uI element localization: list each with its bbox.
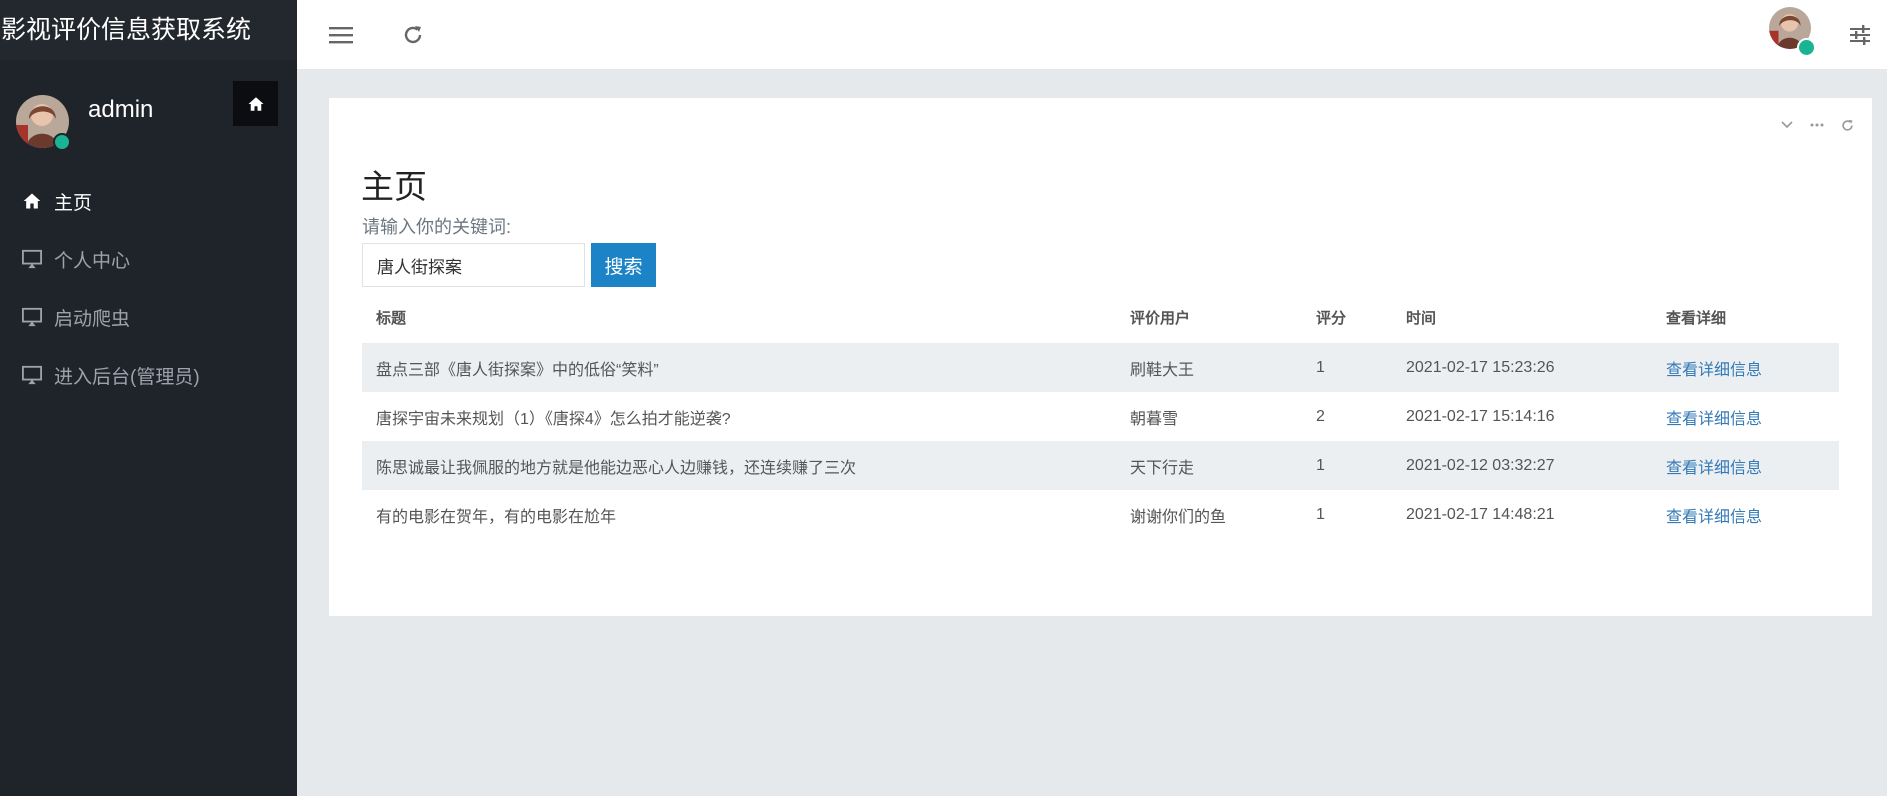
sidebar-nav: 主页 个人中心 启动爬虫 进入后台(管理员) [0,172,297,404]
sidebar-item-personal-center[interactable]: 个人中心 [0,230,297,288]
more-dots-icon [1810,123,1824,127]
table-row: 有的电影在贺年，有的电影在尬年 谢谢你们的鱼 1 2021-02-17 14:4… [362,490,1839,539]
cell-user: 谢谢你们的鱼 [1130,508,1227,526]
cell-time: 2021-02-17 15:23:26 [1392,343,1652,392]
refresh-icon [404,26,422,44]
chevron-down-icon [1781,121,1793,129]
sidebar-item-admin[interactable]: 进入后台(管理员) [0,346,297,404]
online-status-dot [53,133,71,151]
sliders-icon [1850,25,1870,45]
monitor-icon [20,305,44,329]
refresh-button[interactable] [396,18,430,52]
page-title: 主页 [361,168,427,205]
cell-score: 2 [1316,407,1325,425]
cell-detail: 查看详细信息 [1652,490,1839,539]
detail-link[interactable]: 查看详细信息 [1666,411,1762,428]
cell-time: 2021-02-17 15:14:16 [1406,407,1555,425]
cell-time: 2021-02-12 03:32:27 [1392,441,1652,490]
top-bar [297,0,1887,69]
cell-detail: 查看详细信息 [1652,343,1839,392]
table-row: 陈思诚最让我佩服的地方就是他能边恶心人边赚钱，还连续赚了三次 天下行走 1 20… [362,441,1839,490]
cell-detail: 查看详细信息 [1652,441,1839,490]
cell-user: 天下行走 [1116,441,1302,490]
cell-detail: 查看详细信息 [1652,392,1839,441]
table-row: 唐探宇宙未来规划（1）《唐探4》怎么拍才能逆袭? 朝暮雪 2 2021-02-1… [362,392,1839,441]
sidebar-item-label: 进入后台(管理员) [54,366,200,388]
cell-score: 1 [1302,343,1392,392]
table-row: 盘点三部《唐人街探案》中的低俗“笑料” 刷鞋大王 1 2021-02-17 15… [362,343,1839,392]
cell-user: 朝暮雪 [1130,410,1179,428]
column-header-detail: 查看详细 [1666,309,1727,327]
settings-button[interactable] [1843,18,1877,52]
search-input[interactable] [362,243,585,287]
more-button[interactable] [1808,116,1826,134]
refresh-icon [1841,119,1853,131]
app-title: 影视评价信息获取系统 [0,0,297,60]
monitor-icon [20,363,44,387]
sidebar: 影视评价信息获取系统 admin 主页 个人中心 启动爬虫 进入后台(管理员) [0,0,297,796]
content-card: 主页 请输入你的关键词: 搜索 标题 评价用户 评分 时间 查看详细 盘点三部《… [329,98,1872,616]
hamburger-icon [329,27,353,44]
cell-score: 1 [1316,505,1325,523]
cell-score: 1 [1302,441,1392,490]
monitor-icon [20,247,44,271]
sidebar-item-start-crawler[interactable]: 启动爬虫 [0,288,297,346]
search-button[interactable]: 搜索 [591,243,656,287]
detail-link[interactable]: 查看详细信息 [1666,509,1762,526]
home-icon [20,189,44,213]
table-header-row: 标题 评价用户 评分 时间 查看详细 [362,291,1839,343]
keyword-label: 请输入你的关键词: [362,217,512,237]
sidebar-item-label: 个人中心 [54,250,131,272]
cell-title: 唐探宇宙未来规划（1）《唐探4》怎么拍才能逆袭? [376,410,731,428]
column-header-score: 评分 [1316,309,1347,327]
home-icon [248,96,263,111]
username: admin [88,96,154,123]
column-header-user: 评价用户 [1130,309,1191,327]
cell-title: 有的电影在贺年，有的电影在尬年 [376,508,617,526]
column-header-title: 标题 [376,309,407,327]
cell-time: 2021-02-17 14:48:21 [1406,505,1555,523]
online-status-dot [1797,38,1816,57]
card-tools [1778,116,1856,134]
sidebar-item-home[interactable]: 主页 [0,172,297,230]
menu-toggle-button[interactable] [324,18,358,52]
home-button[interactable] [233,81,278,126]
cell-title: 盘点三部《唐人街探案》中的低俗“笑料” [362,343,1116,392]
column-header-time: 时间 [1406,309,1437,327]
cell-title: 陈思诚最让我佩服的地方就是他能边恶心人边赚钱，还连续赚了三次 [362,441,1116,490]
detail-link[interactable]: 查看详细信息 [1666,460,1762,477]
results-table: 标题 评价用户 评分 时间 查看详细 盘点三部《唐人街探案》中的低俗“笑料” 刷… [362,291,1839,539]
sidebar-item-label: 启动爬虫 [54,308,131,330]
detail-link[interactable]: 查看详细信息 [1666,362,1762,379]
cell-user: 刷鞋大王 [1116,343,1302,392]
collapse-button[interactable] [1778,116,1796,134]
sidebar-item-label: 主页 [54,192,93,214]
card-refresh-button[interactable] [1838,116,1856,134]
